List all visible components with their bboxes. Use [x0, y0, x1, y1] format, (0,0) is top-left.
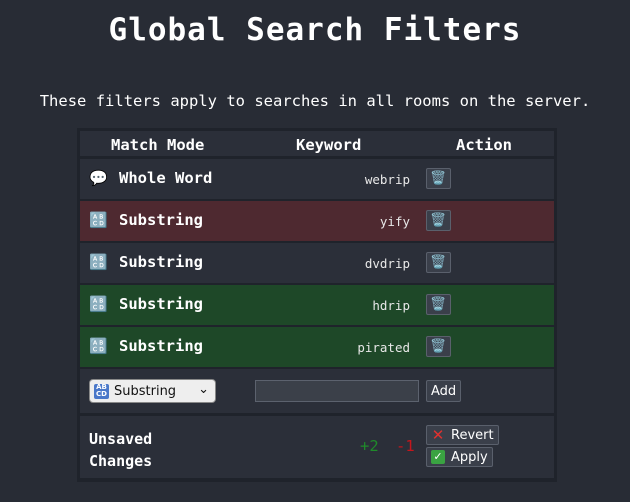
revert-label: Revert [451, 427, 494, 443]
unsaved-changes-label: Unsaved Changes [89, 430, 153, 470]
table-row: 🔠 Substring dvdrip 🗑️ [80, 243, 554, 283]
add-button[interactable]: Add [426, 380, 462, 402]
trash-icon: 🗑️ [430, 213, 447, 228]
row-mode: Substring [119, 295, 203, 313]
row-mode: Substring [119, 337, 203, 355]
speech-bubble-icon: 💬 [89, 169, 108, 187]
trash-icon: 🗑️ [430, 339, 447, 354]
page-title: Global Search Filters [108, 12, 522, 48]
header-action: Action [456, 136, 512, 154]
chevron-down-icon: ⌄ [198, 382, 209, 397]
row-keyword: webrip [364, 172, 410, 187]
abcd-icon: 🔠 [89, 211, 108, 229]
change-counts: +2 -1 [360, 437, 415, 455]
row-mode: Substring [119, 211, 203, 229]
apply-label: Apply [451, 449, 488, 465]
revert-button[interactable]: ✕ Revert [426, 425, 499, 445]
trash-icon: 🗑️ [430, 255, 447, 270]
delete-button[interactable]: 🗑️ [426, 210, 451, 231]
header-match-mode: Match Mode [111, 136, 205, 154]
row-keyword: pirated [357, 340, 410, 355]
add-filter-row: AB CD Substring ⌄ Add [80, 369, 554, 413]
row-mode: Substring [119, 253, 203, 271]
keyword-input[interactable] [255, 380, 419, 402]
row-mode: Whole Word [119, 169, 213, 187]
table-row: 🔠 Substring hdrip 🗑️ [80, 285, 554, 325]
match-mode-select-value: Substring [114, 383, 177, 399]
trash-icon: 🗑️ [430, 297, 447, 312]
page: Global Search Filters These filters appl… [0, 0, 630, 502]
table-row: 💬 Whole Word webrip 🗑️ [80, 159, 554, 199]
header-keyword: Keyword [296, 136, 362, 154]
match-mode-select[interactable]: AB CD Substring ⌄ [89, 379, 216, 403]
trash-icon: 🗑️ [430, 171, 447, 186]
abcd-icon: AB CD [94, 383, 109, 399]
abcd-icon: 🔠 [89, 253, 108, 271]
row-keyword: yify [379, 214, 410, 229]
removed-count: -1 [396, 437, 415, 455]
table-header: Match Mode Keyword Action [80, 131, 554, 156]
delete-button[interactable]: 🗑️ [426, 336, 451, 357]
pending-changes-row: Unsaved Changes +2 -1 ✕ Revert ✓ Apply [80, 416, 554, 478]
table-row: 🔠 Substring yify 🗑️ [80, 201, 554, 241]
cross-icon: ✕ [431, 426, 445, 444]
check-icon: ✓ [431, 450, 445, 464]
abcd-icon: 🔠 [89, 337, 108, 355]
added-count: +2 [360, 437, 379, 455]
apply-button[interactable]: ✓ Apply [426, 447, 493, 467]
row-keyword: dvdrip [364, 256, 410, 271]
page-description: These filters apply to searches in all r… [39, 92, 591, 110]
row-keyword: hdrip [372, 298, 410, 313]
delete-button[interactable]: 🗑️ [426, 252, 451, 273]
delete-button[interactable]: 🗑️ [426, 294, 451, 315]
abcd-icon: 🔠 [89, 295, 108, 313]
delete-button[interactable]: 🗑️ [426, 168, 451, 189]
table-row: 🔠 Substring pirated 🗑️ [80, 327, 554, 367]
filters-table: Match Mode Keyword Action 💬 Whole Word w… [77, 128, 557, 482]
